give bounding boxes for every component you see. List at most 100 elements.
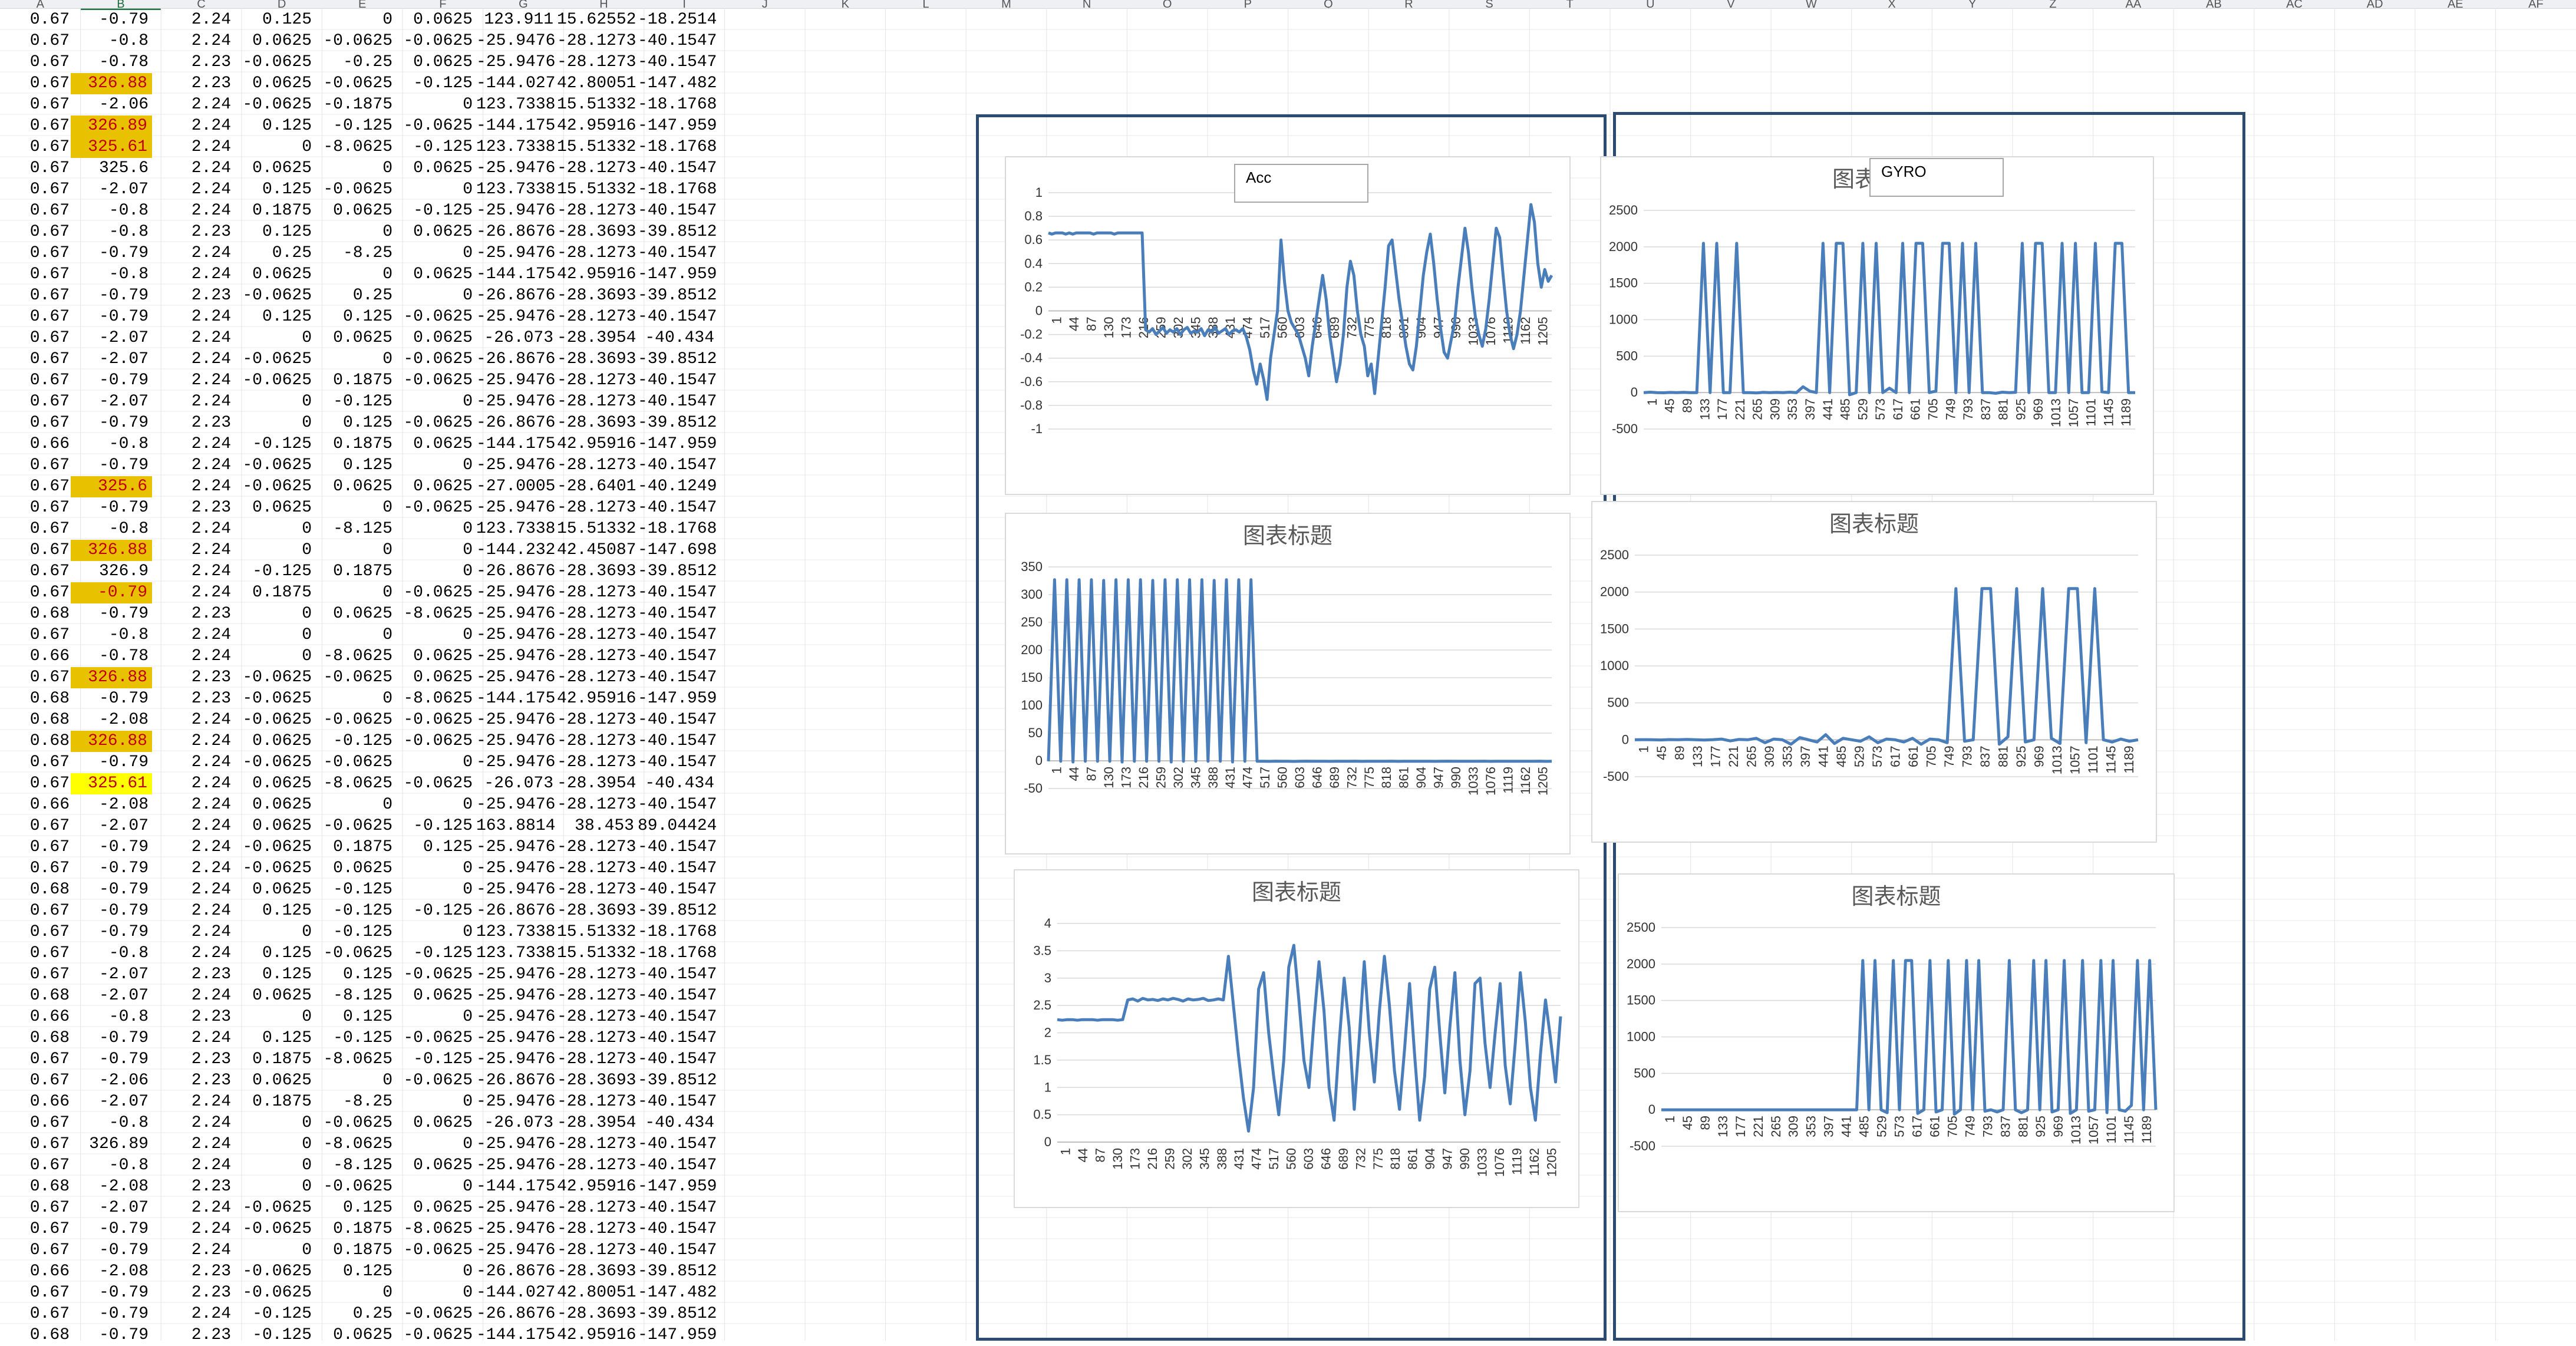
cell-r14-c9[interactable]: -39.8512 [638, 285, 718, 306]
cell-r18-c9[interactable]: -40.1547 [638, 370, 718, 391]
cell-r46-c3[interactable]: 2.23 [152, 964, 235, 985]
cell-r24-c5[interactable]: 0 [315, 497, 396, 519]
cell-r62-c6[interactable]: -0.0625 [396, 1304, 476, 1325]
cell-r35-c9[interactable]: -40.1547 [638, 731, 718, 752]
cell-r30-c7[interactable]: -25.9476 [476, 625, 557, 646]
cell-r44-c5[interactable]: -0.125 [315, 922, 396, 943]
cell-r36-c8[interactable]: -28.1273 [557, 752, 638, 773]
cell-r4-c5[interactable]: -0.0625 [315, 73, 396, 94]
cell-r55-c4[interactable]: 0 [235, 1155, 315, 1176]
cell-r42-c5[interactable]: -0.125 [315, 879, 396, 900]
cell-r54-c3[interactable]: 2.24 [152, 1134, 235, 1155]
cell-r55-c9[interactable]: -40.1547 [638, 1155, 718, 1176]
cell-r40-c5[interactable]: 0.1875 [315, 837, 396, 858]
cell-r20-c8[interactable]: -28.3693 [557, 413, 638, 434]
cell-r28-c5[interactable]: 0 [315, 582, 396, 603]
cell-r22-c9[interactable]: -40.1547 [638, 455, 718, 476]
cell-r25-c9[interactable]: -18.1768 [638, 519, 718, 540]
cell-r11-c2[interactable]: -0.8 [73, 222, 152, 243]
cell-r3-c8[interactable]: -28.1273 [557, 52, 638, 73]
cell-r46-c1[interactable]: 0.67 [0, 964, 73, 985]
cell-r3-c2[interactable]: -0.78 [73, 52, 152, 73]
cell-r48-c1[interactable]: 0.66 [0, 1007, 73, 1028]
cell-r6-c5[interactable]: -0.125 [315, 116, 396, 137]
cell-r7-c6[interactable]: -0.125 [396, 137, 476, 158]
cell-r62-c5[interactable]: 0.25 [315, 1304, 396, 1325]
cell-r22-c3[interactable]: 2.24 [152, 455, 235, 476]
cell-r41-c5[interactable]: 0.0625 [315, 858, 396, 879]
cell-r25-c7[interactable]: 123.7338 [476, 519, 557, 540]
cell-r17-c6[interactable]: -0.0625 [396, 349, 476, 370]
chart-acc-x[interactable]: -1 -0.8 -0.6 -0.4 -0.2 0 0.2 0.4 0.6 0.8 1 1 44 87 130… [1005, 156, 1571, 495]
cell-r30-c6[interactable]: 0 [396, 625, 476, 646]
cell-r24-c1[interactable]: 0.67 [0, 497, 73, 519]
cell-r58-c8[interactable]: -28.1273 [557, 1219, 638, 1240]
cell-r49-c5[interactable]: -0.125 [315, 1028, 396, 1049]
cell-r9-c4[interactable]: 0.125 [235, 179, 315, 200]
acc-label-textbox[interactable]: Acc [1234, 164, 1368, 203]
cell-r57-c6[interactable]: 0.0625 [396, 1197, 476, 1219]
cell-r20-c3[interactable]: 2.23 [152, 413, 235, 434]
cell-r42-c1[interactable]: 0.68 [0, 879, 73, 900]
cell-r16-c1[interactable]: 0.67 [0, 328, 73, 349]
cell-r16-c8[interactable]: -28.3954 [557, 328, 638, 349]
cell-r42-c8[interactable]: -28.1273 [557, 879, 638, 900]
cell-r42-c2[interactable]: -0.79 [73, 879, 152, 900]
cell-r14-c2[interactable]: -0.79 [73, 285, 152, 306]
cell-r15-c4[interactable]: 0.125 [235, 306, 315, 328]
cell-r23-c4[interactable]: -0.0625 [235, 476, 315, 497]
cell-r56-c5[interactable]: -0.0625 [315, 1176, 396, 1197]
cell-r50-c1[interactable]: 0.67 [0, 1049, 73, 1070]
cell-r14-c6[interactable]: 0 [396, 285, 476, 306]
cell-r17-c8[interactable]: -28.3693 [557, 349, 638, 370]
cell-r45-c8[interactable]: 15.51332 [557, 943, 638, 964]
cell-r43-c5[interactable]: -0.125 [315, 900, 396, 922]
cell-r56-c7[interactable]: -144.175 [476, 1176, 557, 1197]
cell-r11-c4[interactable]: 0.125 [235, 222, 315, 243]
cell-r20-c4[interactable]: 0 [235, 413, 315, 434]
cell-r15-c5[interactable]: 0.125 [315, 306, 396, 328]
cell-r19-c4[interactable]: 0 [235, 391, 315, 413]
cell-r40-c1[interactable]: 0.67 [0, 837, 73, 858]
cell-r15-c2[interactable]: -0.79 [73, 306, 152, 328]
cell-r25-c3[interactable]: 2.24 [152, 519, 235, 540]
cell-r43-c4[interactable]: 0.125 [235, 900, 315, 922]
cell-r28-c8[interactable]: -28.1273 [557, 582, 638, 603]
cell-r52-c8[interactable]: -28.1273 [557, 1091, 638, 1113]
cell-r54-c6[interactable]: 0 [396, 1134, 476, 1155]
cell-r60-c6[interactable]: 0 [396, 1261, 476, 1282]
cell-r19-c1[interactable]: 0.67 [0, 391, 73, 413]
cell-r57-c2[interactable]: -2.07 [73, 1197, 152, 1219]
cell-r15-c7[interactable]: -25.9476 [476, 306, 557, 328]
cell-r11-c5[interactable]: 0 [315, 222, 396, 243]
cell-r62-c9[interactable]: -39.8512 [638, 1304, 718, 1325]
cell-r43-c8[interactable]: -28.3693 [557, 900, 638, 922]
cell-r36-c7[interactable]: -25.9476 [476, 752, 557, 773]
cell-r27-c8[interactable]: -28.3693 [557, 561, 638, 582]
cell-r58-c4[interactable]: -0.0625 [235, 1219, 315, 1240]
cell-r39-c3[interactable]: 2.24 [152, 816, 235, 837]
cell-r53-c1[interactable]: 0.67 [0, 1113, 73, 1134]
cell-r56-c3[interactable]: 2.23 [152, 1176, 235, 1197]
cell-r14-c7[interactable]: -26.8676 [476, 285, 557, 306]
cell-r22-c4[interactable]: -0.0625 [235, 455, 315, 476]
cell-r2-c8[interactable]: -28.1273 [557, 31, 638, 52]
cell-r12-c8[interactable]: -28.1273 [557, 243, 638, 264]
cell-r46-c4[interactable]: 0.125 [235, 964, 315, 985]
cell-r45-c1[interactable]: 0.67 [0, 943, 73, 964]
cell-r34-c7[interactable]: -25.9476 [476, 710, 557, 731]
cell-r22-c2[interactable]: -0.79 [73, 455, 152, 476]
cell-r27-c9[interactable]: -39.8512 [638, 561, 718, 582]
cell-r46-c5[interactable]: 0.125 [315, 964, 396, 985]
cell-r61-c7[interactable]: -144.027 [476, 1282, 557, 1304]
cell-r56-c2[interactable]: -2.08 [73, 1176, 152, 1197]
cell-r29-c3[interactable]: 2.23 [152, 603, 235, 625]
cell-r35-c6[interactable]: -0.0625 [396, 731, 476, 752]
cell-r40-c4[interactable]: -0.0625 [235, 837, 315, 858]
cell-r62-c3[interactable]: 2.24 [152, 1304, 235, 1325]
cell-r14-c5[interactable]: 0.25 [315, 285, 396, 306]
cell-r26-c2[interactable]: 326.88 [71, 540, 152, 561]
cell-r38-c2[interactable]: -2.08 [73, 794, 152, 816]
cell-r31-c3[interactable]: 2.24 [152, 646, 235, 667]
cell-r20-c2[interactable]: -0.79 [73, 413, 152, 434]
